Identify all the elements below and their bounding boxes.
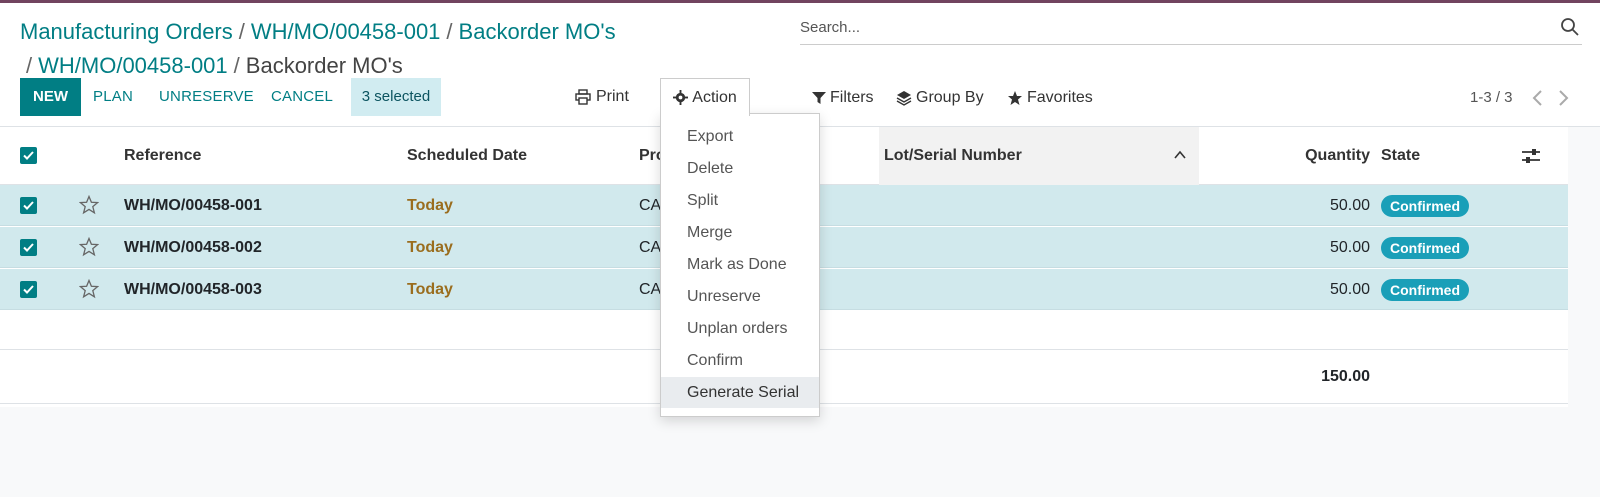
star-outline-icon[interactable] <box>79 195 99 215</box>
breadcrumb-separator: / <box>233 53 240 78</box>
action-button[interactable]: Action <box>660 78 750 116</box>
row-quantity: 50.00 <box>1329 239 1370 256</box>
favorites-label: Favorites <box>1027 89 1093 106</box>
breadcrumb-separator: / <box>238 19 245 44</box>
group-by-label: Group By <box>916 89 984 106</box>
breadcrumb-manufacturing-orders[interactable]: Manufacturing Orders <box>20 19 233 44</box>
row-scheduled-date: Today <box>407 281 453 298</box>
check-icon <box>23 285 34 294</box>
menu-item-export[interactable]: Export <box>661 121 819 152</box>
layers-icon <box>896 91 912 106</box>
check-icon <box>23 201 34 210</box>
breadcrumb-mo-00458-001[interactable]: WH/MO/00458-001 <box>251 19 441 44</box>
row-reference: WH/MO/00458-001 <box>124 197 262 214</box>
new-button[interactable]: NEW <box>20 78 81 116</box>
unreserve-button[interactable]: UNRESERVE <box>159 78 254 116</box>
breadcrumb-backorder-mos[interactable]: Backorder MO's <box>459 19 616 44</box>
chevron-right-icon[interactable] <box>1555 89 1571 107</box>
star-outline-icon[interactable] <box>79 237 99 257</box>
breadcrumb-separator: / <box>26 53 33 78</box>
gear-icon <box>673 90 689 105</box>
check-icon <box>23 151 34 160</box>
menu-item-unreserve[interactable]: Unreserve <box>661 281 819 312</box>
column-quantity[interactable]: Quantity <box>1270 127 1370 185</box>
row-reference: WH/MO/00458-003 <box>124 281 262 298</box>
row-reference: WH/MO/00458-002 <box>124 239 262 256</box>
column-settings-icon[interactable] <box>1521 147 1541 165</box>
column-scheduled-date[interactable]: Scheduled Date <box>407 127 527 185</box>
row-quantity: 50.00 <box>1329 281 1370 298</box>
row-checkbox[interactable] <box>20 197 37 214</box>
row-checkbox[interactable] <box>20 239 37 256</box>
breadcrumb-separator: / <box>446 19 453 44</box>
column-lot-serial[interactable]: Lot/Serial Number <box>884 127 1022 185</box>
pager-value[interactable]: 1-3 / 3 <box>1470 83 1513 113</box>
plan-button[interactable]: PLAN <box>93 78 133 116</box>
column-reference[interactable]: Reference <box>124 127 201 185</box>
selected-count-badge: 3 selected <box>351 78 441 116</box>
star-icon <box>1008 91 1022 105</box>
row-product: CA <box>639 281 662 298</box>
menu-item-generate-serial[interactable]: Generate Serial <box>661 377 819 408</box>
search-bar <box>800 11 1582 45</box>
print-label: Print <box>596 88 629 105</box>
menu-item-confirm[interactable]: Confirm <box>661 345 819 376</box>
action-dropdown-menu: Export Delete Split Merge Mark as Done U… <box>660 113 820 417</box>
menu-item-unplan-orders[interactable]: Unplan orders <box>661 313 819 344</box>
chevron-up-icon[interactable] <box>1173 149 1187 161</box>
row-scheduled-date: Today <box>407 239 453 256</box>
breadcrumb-continued: / WH/MO/00458-001/Backorder MO's <box>26 51 403 81</box>
status-badge: Confirmed <box>1381 279 1469 301</box>
select-all-checkbox[interactable] <box>20 147 37 164</box>
breadcrumb-mo-00458-001-second[interactable]: WH/MO/00458-001 <box>38 53 228 78</box>
filters-button[interactable]: Filters <box>812 83 874 113</box>
action-label: Action <box>692 88 737 106</box>
row-quantity: 50.00 <box>1329 197 1370 214</box>
status-badge: Confirmed <box>1381 237 1469 259</box>
group-by-button[interactable]: Group By <box>896 83 984 113</box>
control-panel: Manufacturing Orders / WH/MO/00458-001/Bac… <box>0 3 1600 127</box>
total-quantity: 150.00 <box>1321 368 1370 385</box>
search-icon[interactable] <box>1560 17 1580 37</box>
breadcrumb: Manufacturing Orders / WH/MO/00458-001/Bac… <box>20 17 616 47</box>
row-scheduled-date: Today <box>407 197 453 214</box>
menu-item-delete[interactable]: Delete <box>661 153 819 184</box>
favorites-button[interactable]: Favorites <box>1007 83 1093 113</box>
column-state[interactable]: State <box>1381 127 1420 185</box>
status-badge: Confirmed <box>1381 195 1469 217</box>
menu-item-merge[interactable]: Merge <box>661 217 819 248</box>
cancel-button[interactable]: CANCEL <box>271 78 333 116</box>
row-product: CA <box>639 197 662 214</box>
star-outline-icon[interactable] <box>79 279 99 299</box>
filter-icon <box>812 92 826 104</box>
menu-item-split[interactable]: Split <box>661 185 819 216</box>
row-product: CA <box>639 239 662 256</box>
printer-icon <box>575 89 591 105</box>
row-checkbox[interactable] <box>20 281 37 298</box>
chevron-left-icon[interactable] <box>1530 89 1546 107</box>
check-icon <box>23 243 34 252</box>
print-button[interactable]: Print <box>575 78 629 116</box>
filters-label: Filters <box>830 89 874 106</box>
search-input[interactable] <box>800 13 1540 41</box>
menu-item-mark-as-done[interactable]: Mark as Done <box>661 249 819 280</box>
page-title: Backorder MO's <box>245 53 403 78</box>
